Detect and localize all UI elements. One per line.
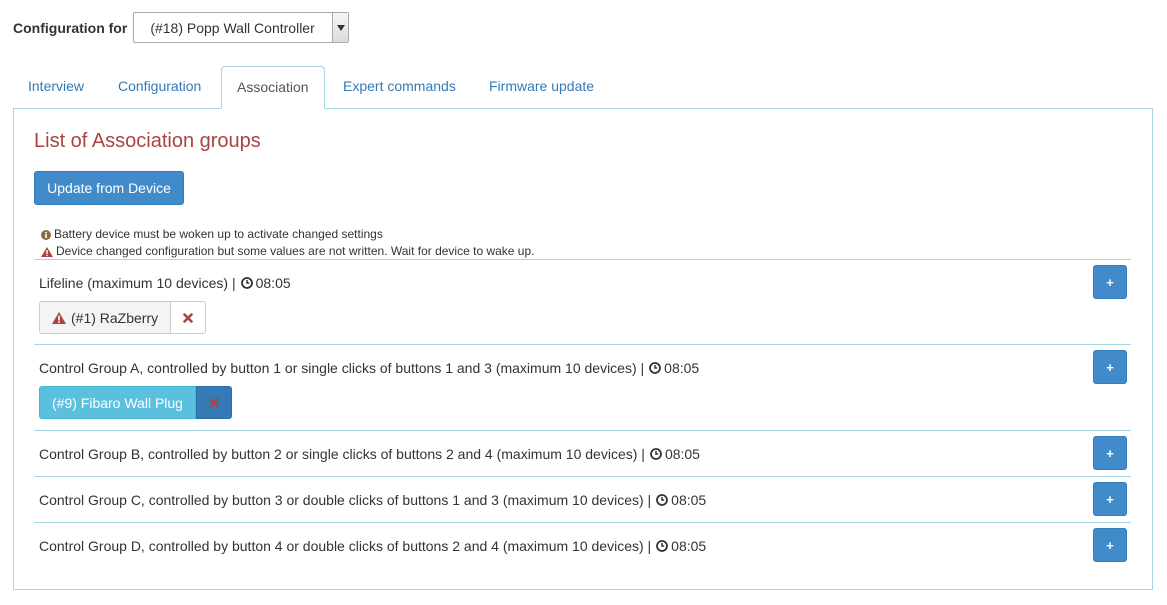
warning-icon bbox=[52, 311, 66, 324]
tab-bar: Interview Configuration Association Expe… bbox=[13, 66, 1153, 109]
group-name: Control Group A, controlled by button 1 … bbox=[39, 360, 645, 376]
clock-icon bbox=[656, 540, 669, 552]
panel-title: List of Association groups bbox=[34, 130, 261, 152]
clock-icon bbox=[240, 277, 253, 289]
add-member-button[interactable]: + bbox=[1093, 482, 1127, 516]
group-time: 08:05 bbox=[671, 492, 707, 508]
group-header: Control Group B, controlled by button 2 … bbox=[39, 446, 700, 462]
group-name: Lifeline (maximum 10 devices) | bbox=[39, 275, 236, 291]
warning-icon bbox=[41, 246, 56, 257]
member-chip-label[interactable]: (#1) RaZberry bbox=[39, 301, 171, 334]
add-member-button[interactable]: + bbox=[1093, 436, 1127, 470]
association-group-list: Lifeline (maximum 10 devices) | 08:05 + … bbox=[34, 259, 1131, 568]
group-time: 08:05 bbox=[255, 275, 291, 291]
close-icon bbox=[183, 312, 193, 323]
remove-member-button[interactable] bbox=[170, 301, 207, 334]
device-select-value: (#18) Popp Wall Controller bbox=[150, 19, 315, 36]
group-header: Control Group C, controlled by button 3 … bbox=[39, 492, 706, 508]
clock-icon bbox=[650, 448, 662, 460]
member-name: (#1) RaZberry bbox=[71, 309, 159, 326]
config-row: Configuration for (#18) Popp Wall Contro… bbox=[13, 12, 350, 43]
note-changed-config-text: Device changed configuration but some va… bbox=[56, 244, 535, 258]
group-control-b: Control Group B, controlled by button 2 … bbox=[34, 430, 1131, 476]
group-header: Lifeline (maximum 10 devices) | 08:05 bbox=[39, 275, 291, 291]
clock-icon bbox=[656, 494, 669, 506]
config-label: Configuration for bbox=[13, 19, 128, 36]
chevron-down-icon[interactable] bbox=[332, 13, 349, 42]
add-member-button[interactable]: + bbox=[1093, 528, 1127, 562]
tab-association[interactable]: Association bbox=[221, 66, 325, 109]
group-name: Control Group C, controlled by button 3 … bbox=[39, 492, 652, 508]
member-chip-label[interactable]: (#9) Fibaro Wall Plug bbox=[39, 386, 196, 419]
association-panel: List of Association groups Update from D… bbox=[13, 108, 1153, 590]
add-member-button[interactable]: + bbox=[1093, 350, 1127, 384]
tab-interview[interactable]: Interview bbox=[13, 66, 99, 108]
member-chip-fibaro: (#9) Fibaro Wall Plug bbox=[39, 386, 232, 419]
group-control-d: Control Group D, controlled by button 4 … bbox=[34, 522, 1131, 568]
group-lifeline: Lifeline (maximum 10 devices) | 08:05 + … bbox=[34, 259, 1131, 344]
note-battery: Battery device must be woken up to activ… bbox=[41, 226, 534, 243]
add-member-button[interactable]: + bbox=[1093, 265, 1127, 299]
group-time: 08:05 bbox=[671, 538, 707, 554]
update-from-device-button[interactable]: Update from Device bbox=[34, 171, 184, 205]
group-time: 08:05 bbox=[664, 360, 700, 376]
note-battery-text: Battery device must be woken up to activ… bbox=[54, 227, 383, 241]
member-chip-razberry: (#1) RaZberry bbox=[39, 301, 207, 334]
group-name: Control Group D, controlled by button 4 … bbox=[39, 538, 652, 554]
tab-configuration[interactable]: Configuration bbox=[103, 66, 216, 108]
group-control-a: Control Group A, controlled by button 1 … bbox=[34, 344, 1131, 430]
member-name: (#9) Fibaro Wall Plug bbox=[52, 394, 183, 411]
device-select[interactable]: (#18) Popp Wall Controller bbox=[133, 12, 350, 43]
group-header: Control Group A, controlled by button 1 … bbox=[39, 360, 699, 376]
group-name: Control Group B, controlled by button 2 … bbox=[39, 446, 645, 462]
close-icon bbox=[209, 397, 219, 408]
note-changed-config: Device changed configuration but some va… bbox=[41, 243, 534, 260]
info-circle-icon bbox=[41, 229, 54, 240]
group-header: Control Group D, controlled by button 4 … bbox=[39, 538, 706, 554]
tab-firmware-update[interactable]: Firmware update bbox=[474, 66, 609, 108]
group-control-c: Control Group C, controlled by button 3 … bbox=[34, 476, 1131, 522]
group-time: 08:05 bbox=[664, 446, 700, 462]
remove-member-button[interactable] bbox=[195, 386, 232, 419]
notes: Battery device must be woken up to activ… bbox=[41, 226, 534, 260]
clock-icon bbox=[649, 362, 662, 374]
tab-expert-commands[interactable]: Expert commands bbox=[328, 66, 471, 108]
